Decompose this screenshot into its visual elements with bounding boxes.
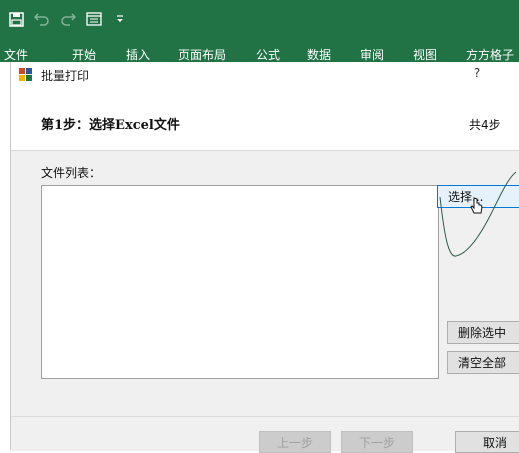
step-title: 第1步：选择Excel文件: [41, 118, 180, 133]
tab-file[interactable]: 文件: [4, 46, 28, 63]
form-icon[interactable]: [86, 11, 102, 27]
dialog-body: 文件列表： 选择... 删除选中 清空全部: [11, 151, 519, 416]
dialog-titlebar[interactable]: 批量打印 ?: [11, 62, 519, 88]
print-app-icon: [19, 68, 33, 82]
tab-formulas[interactable]: 公式: [256, 46, 280, 63]
customize-dropdown-icon[interactable]: [112, 11, 128, 27]
tab-data[interactable]: 数据: [307, 46, 331, 63]
step-total: 共4步: [469, 118, 501, 132]
undo-icon[interactable]: [34, 11, 50, 27]
excel-ribbon-background: 文件 开始 插入 页面布局 公式 数据 审阅 视图 方方格子: [0, 0, 519, 62]
tab-home[interactable]: 开始: [72, 46, 96, 63]
delete-selected-button[interactable]: 删除选中: [447, 321, 519, 344]
tab-insert[interactable]: 插入: [126, 46, 150, 63]
help-button[interactable]: ?: [469, 66, 485, 84]
ribbon-tab-bar: 文件 开始 插入 页面布局 公式 数据 审阅 视图 方方格子: [0, 44, 519, 62]
quick-access-toolbar: [8, 8, 128, 30]
tab-review[interactable]: 审阅: [360, 46, 384, 63]
dialog-title: 批量打印: [41, 69, 90, 83]
clear-all-button[interactable]: 清空全部: [447, 351, 519, 374]
batch-print-dialog: 批量打印 ? 第1步：选择Excel文件 共4步 文件列表： 选择... 删除选…: [10, 62, 519, 453]
file-list-box[interactable]: [41, 185, 439, 379]
file-list-label: 文件列表：: [41, 166, 102, 180]
wizard-step-header: 第1步：选择Excel文件 共4步: [11, 88, 519, 151]
tab-fangfanggezi[interactable]: 方方格子: [466, 46, 514, 63]
redo-icon[interactable]: [60, 11, 76, 27]
tab-view[interactable]: 视图: [413, 46, 437, 63]
dialog-footer: 上一步 下一步 取消: [11, 416, 519, 453]
tab-page-layout[interactable]: 页面布局: [178, 46, 226, 63]
hand-cursor-icon: [470, 197, 483, 214]
save-icon[interactable]: [8, 11, 24, 27]
